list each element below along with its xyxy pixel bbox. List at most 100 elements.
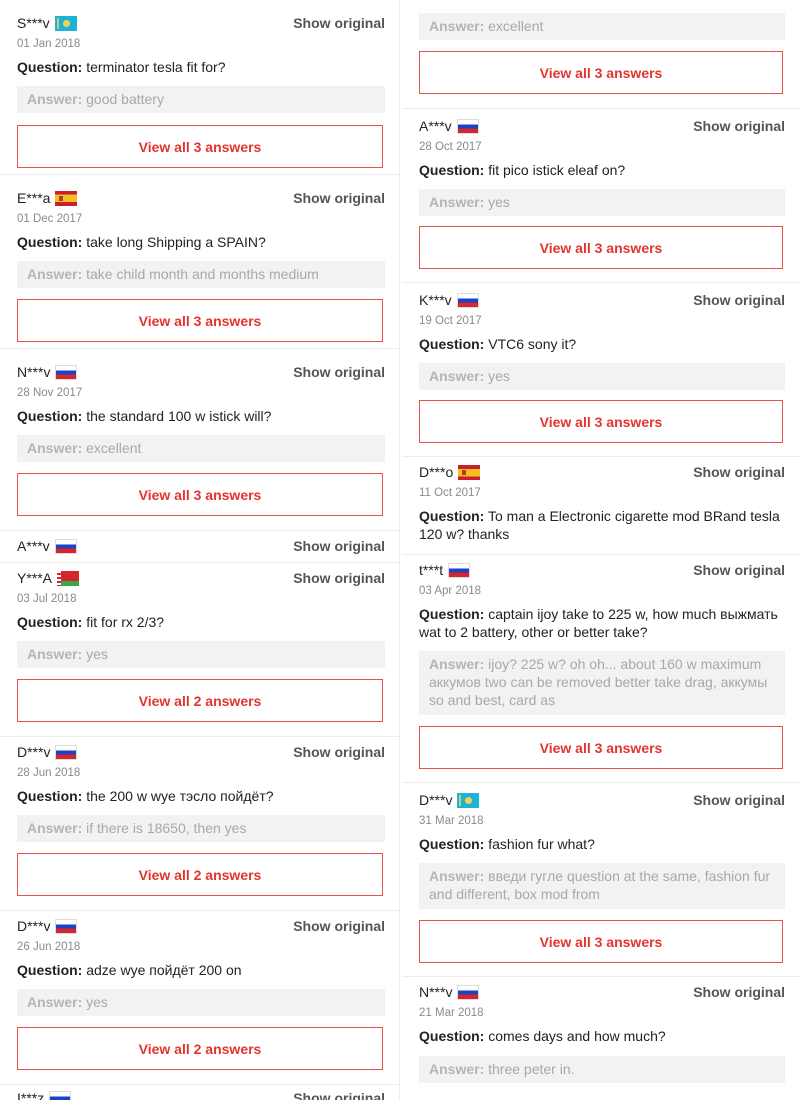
- question-text: Question: the 200 w wye тэсло пойдёт?: [17, 788, 274, 804]
- es-flag-icon: [55, 190, 78, 206]
- ru-flag-icon: [456, 118, 479, 134]
- view-all-answers-button[interactable]: View all 3 answers: [419, 51, 783, 94]
- user-name: A***v: [17, 538, 50, 554]
- user-header: E***a: [17, 187, 78, 209]
- answer-box: Answer: введи гугле question at the same…: [419, 863, 785, 909]
- user-name: D***v: [17, 744, 51, 760]
- user-header: D***v: [17, 915, 78, 937]
- es-flag-icon: [458, 464, 481, 480]
- question-text: Question: fashion fur what?: [419, 836, 595, 852]
- show-original-link[interactable]: Show original: [693, 789, 785, 811]
- ru-flag-icon: [448, 562, 471, 578]
- qa-card: D***v Show original 28 Jun 2018 Question…: [0, 736, 400, 910]
- answer-box: Answer: take child month and months medi…: [17, 261, 385, 288]
- user-name: N***v: [17, 364, 51, 380]
- user-name: E***a: [17, 190, 51, 206]
- view-all-answers-button[interactable]: View all 2 answers: [17, 679, 383, 722]
- user-name: t***t: [419, 562, 444, 578]
- qa-card: K***v Show original 19 Oct 2017 Question…: [402, 282, 800, 456]
- show-original-link[interactable]: Show original: [693, 289, 785, 311]
- user-name: D***v: [419, 792, 453, 808]
- answer-box: Answer: good battery: [17, 86, 385, 113]
- user-header: S***v: [17, 12, 77, 34]
- show-original-link[interactable]: Show original: [293, 12, 385, 34]
- answer-box: Answer: yes: [419, 189, 785, 216]
- qa-card: Answer: excellent View all 3 answers: [402, 0, 800, 108]
- show-original-link[interactable]: Show original: [293, 361, 385, 383]
- show-original-link[interactable]: Show original: [693, 981, 785, 1003]
- question-text: Question: comes days and how much?: [419, 1028, 666, 1044]
- question-text: Question: To man a Electronic cigarette …: [419, 508, 780, 542]
- user-header: K***v: [419, 289, 479, 311]
- question-date: 01 Jan 2018: [17, 38, 81, 50]
- question-date: 28 Oct 2017: [419, 141, 482, 153]
- question-date: 31 Mar 2018: [419, 815, 484, 827]
- question-date: 03 Apr 2018: [419, 585, 482, 597]
- view-all-answers-button[interactable]: View all 3 answers: [17, 299, 383, 342]
- user-header: D***v: [17, 741, 78, 763]
- show-original-link[interactable]: Show original: [693, 115, 785, 137]
- answer-box: Answer: ijoy? 225 w? oh oh... about 160 …: [419, 651, 785, 715]
- qa-card: t***t Show original 03 Apr 2018 Question…: [402, 554, 800, 782]
- view-all-answers-button[interactable]: View all 3 answers: [419, 400, 783, 443]
- show-original-link[interactable]: Show original: [293, 535, 385, 557]
- user-name: S***v: [17, 15, 50, 31]
- user-header: t***t: [419, 559, 471, 581]
- show-original-link[interactable]: Show original: [293, 1087, 385, 1100]
- question-text: Question: terminator tesla fit for?: [17, 59, 226, 75]
- show-original-link[interactable]: Show original: [293, 187, 385, 209]
- answer-box: Answer: if there is 18650, then yes: [17, 815, 385, 842]
- user-header: Y***A: [17, 567, 80, 589]
- question-date: 21 Mar 2018: [419, 1007, 484, 1019]
- show-original-link[interactable]: Show original: [293, 915, 385, 937]
- user-name: Y***A: [17, 570, 53, 586]
- question-date: 11 Oct 2017: [419, 487, 481, 499]
- qa-card: N***v Show original 21 Mar 2018 Question…: [402, 976, 800, 1100]
- user-header: A***v: [17, 535, 77, 557]
- qa-card: N***v Show original 28 Nov 2017 Question…: [0, 348, 400, 530]
- qa-card: I***z Show original: [0, 1084, 400, 1100]
- ru-flag-icon: [457, 984, 480, 1000]
- by-flag-icon: [57, 570, 80, 586]
- show-original-link[interactable]: Show original: [293, 741, 385, 763]
- ru-flag-icon: [55, 918, 78, 934]
- view-all-answers-button[interactable]: View all 3 answers: [419, 226, 783, 269]
- right-column: Answer: excellent View all 3 answers A**…: [400, 0, 800, 1100]
- view-all-answers-button[interactable]: View all 3 answers: [419, 920, 783, 963]
- qa-card: D***v Show original 31 Mar 2018 Question…: [402, 782, 800, 976]
- question-text: Question: fit pico istick eleaf on?: [419, 162, 626, 178]
- kz-flag-icon: [54, 15, 77, 31]
- question-text: Question: adze wye пойдёт 200 on: [17, 962, 242, 978]
- view-all-answers-button[interactable]: View all 3 answers: [17, 473, 383, 516]
- show-original-link[interactable]: Show original: [293, 567, 385, 589]
- ru-flag-icon: [55, 364, 78, 380]
- answer-box: Answer: yes: [17, 641, 385, 668]
- kz-flag-icon: [457, 792, 480, 808]
- qa-card: Y***A Show original 03 Jul 2018 Question…: [0, 562, 400, 736]
- question-date: 26 Jun 2018: [17, 941, 81, 953]
- answer-box: Answer: yes: [419, 363, 785, 390]
- view-all-answers-button[interactable]: View all 3 answers: [17, 125, 383, 168]
- ru-flag-icon: [54, 538, 77, 554]
- question-text: Question: fit for rx 2/3?: [17, 614, 165, 630]
- view-all-answers-button[interactable]: View all 3 answers: [419, 726, 783, 769]
- user-name: I***z: [17, 1090, 45, 1100]
- qa-card: A***v Show original 28 Oct 2017 Question…: [402, 108, 800, 282]
- user-name: N***v: [419, 984, 453, 1000]
- user-header: N***v: [17, 361, 78, 383]
- qa-card: S***v Show original 01 Jan 2018 Question…: [0, 2, 400, 174]
- view-all-answers-button[interactable]: View all 2 answers: [17, 1027, 383, 1070]
- user-header: I***z: [17, 1087, 72, 1100]
- question-date: 28 Jun 2018: [17, 767, 81, 779]
- user-name: D***v: [17, 918, 51, 934]
- user-name: D***o: [419, 464, 454, 480]
- show-original-link[interactable]: Show original: [693, 461, 785, 483]
- left-column: S***v Show original 01 Jan 2018 Question…: [0, 0, 400, 1100]
- ru-flag-icon: [456, 292, 479, 308]
- show-original-link[interactable]: Show original: [693, 559, 785, 581]
- user-name: A***v: [419, 118, 452, 134]
- answer-box: Answer: three peter in.: [419, 1056, 785, 1083]
- user-name: K***v: [419, 292, 452, 308]
- view-all-answers-button[interactable]: View all 2 answers: [17, 853, 383, 896]
- qa-card: E***a Show original 01 Dec 2017 Question…: [0, 174, 400, 348]
